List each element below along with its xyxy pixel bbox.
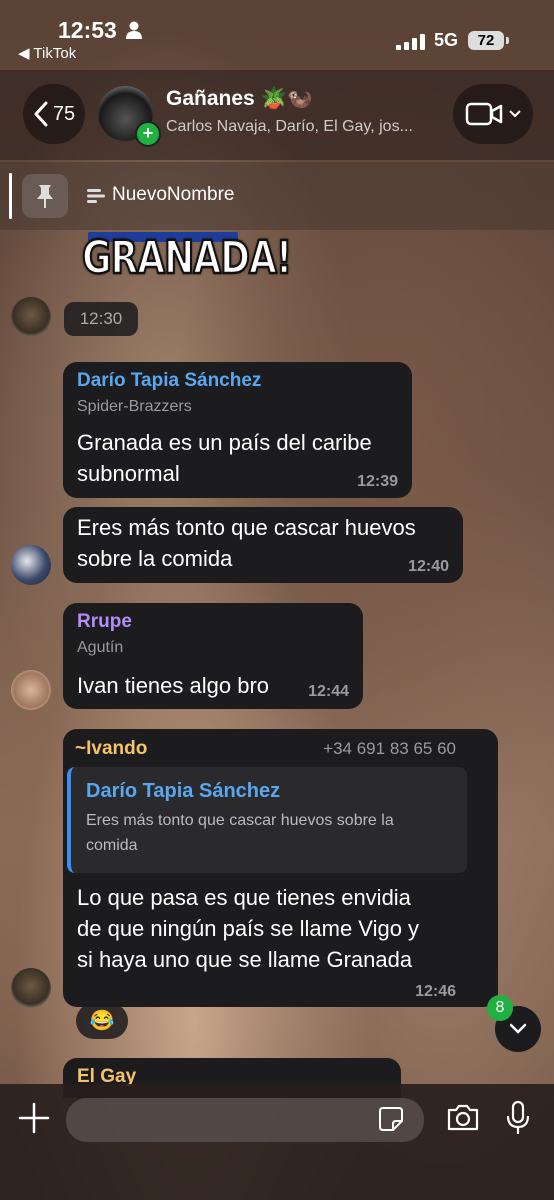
back-to-app-link[interactable]: ◀ TikTok	[18, 44, 76, 62]
sender-subtitle: Agutín	[77, 639, 124, 656]
message-time: 12:39	[357, 473, 398, 490]
pinned-message-bar[interactable]	[0, 162, 554, 230]
reaction-laughing[interactable]: 😂	[76, 1003, 128, 1039]
message-text-line: subnormal	[77, 461, 180, 486]
group-members[interactable]: Carlos Navaja, Darío, El Gay, jos...	[166, 118, 436, 136]
chevron-left-icon	[34, 101, 48, 127]
battery-tip	[506, 37, 509, 44]
pinned-indicator	[9, 173, 12, 219]
list-icon	[87, 189, 105, 203]
avatar[interactable]	[11, 297, 51, 337]
chevron-down-icon	[509, 110, 521, 118]
message-time: 12:40	[408, 558, 449, 575]
pinned-message-text[interactable]: NuevoNombre	[112, 184, 235, 206]
message-text-line: sobre la comida	[77, 546, 233, 571]
clock: 12:53	[58, 17, 117, 43]
avatar[interactable]	[11, 545, 51, 585]
chevron-down-icon	[509, 1023, 527, 1034]
network-type: 5G	[434, 30, 459, 50]
message-input[interactable]	[66, 1098, 424, 1142]
unread-chats-count: 75	[52, 102, 76, 125]
message-bubble[interactable]: Rrupe Agutín Ivan tienes algo bro 12:44	[63, 603, 363, 709]
message-text-line: de que ningún país se llame Vigo y	[77, 916, 420, 941]
message-time: 12:30	[64, 302, 138, 336]
sticker-icon[interactable]	[378, 1106, 404, 1132]
pin-icon	[37, 185, 53, 208]
microphone-icon[interactable]	[506, 1100, 530, 1136]
video-camera-icon	[465, 102, 503, 126]
sender-name[interactable]: Rrupe	[77, 611, 132, 633]
message-text-line: Ivan tienes algo bro	[77, 673, 270, 698]
avatar[interactable]	[11, 968, 51, 1008]
signal-icon	[396, 34, 425, 50]
sticker-granada[interactable]: GRANADA!	[81, 232, 293, 286]
camera-icon[interactable]	[446, 1102, 480, 1132]
battery-icon: 72	[468, 31, 504, 50]
message-bubble[interactable]: Eres más tonto que cascar huevos sobre l…	[63, 507, 463, 583]
back-button[interactable]: 75	[23, 84, 85, 144]
sender-name[interactable]: Darío Tapia Sánchez	[77, 370, 261, 392]
message-text-line: Eres más tonto que cascar huevos	[77, 515, 416, 540]
person-icon	[126, 21, 142, 39]
message-text-line: Granada es un país del caribe	[77, 430, 372, 455]
quote-text-line: comida	[86, 837, 138, 854]
status-bar: 12:53 ◀ TikTok 5G 72	[0, 0, 554, 70]
sender-subtitle: Spider-Brazzers	[77, 398, 192, 415]
plus-icon[interactable]	[16, 1100, 52, 1136]
quote-text-line: Eres más tonto que cascar huevos sobre l…	[86, 812, 394, 829]
avatar[interactable]	[11, 670, 51, 710]
sender-name[interactable]: ~Ivando	[75, 738, 147, 760]
sender-phone[interactable]: +34 691 83 65 60	[323, 739, 456, 759]
add-icon: +	[135, 121, 161, 147]
unread-badge: 8	[487, 995, 513, 1021]
message-bubble[interactable]: Darío Tapia Sánchez Spider-Brazzers Gran…	[63, 362, 412, 498]
message-body: Lo que pasa es que tienes envidia de que…	[63, 880, 498, 1000]
pin-button[interactable]	[22, 174, 68, 218]
video-call-button[interactable]	[453, 84, 533, 144]
quote-sender: Darío Tapia Sánchez	[86, 780, 281, 802]
group-name[interactable]: Gañanes 🪴🦦	[166, 87, 313, 111]
message-text-line: Lo que pasa es que tienes envidia	[77, 885, 411, 910]
quoted-message[interactable]: Darío Tapia Sánchez Eres más tonto que c…	[67, 767, 467, 873]
message-time: 12:44	[308, 683, 349, 700]
message-text-line: si haya uno que se llame Granada	[77, 947, 413, 972]
message-time: 12:46	[415, 983, 456, 1000]
